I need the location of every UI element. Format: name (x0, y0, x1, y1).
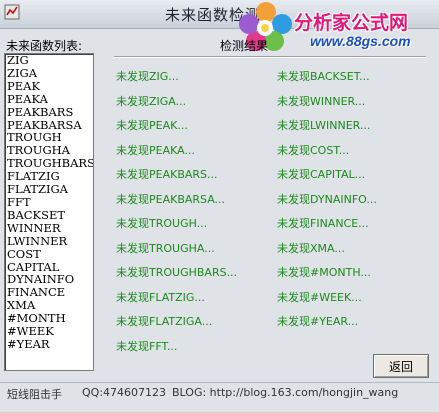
function-list-item[interactable]: BACKSET (5, 208, 93, 222)
result-item-left: 未发现FLATZIG... (116, 290, 205, 304)
watermark-url: www.88gs.com (310, 33, 411, 49)
status-blog-link[interactable]: BLOG: http://blog.163.com/hongjin_wang (172, 386, 398, 399)
result-item-left: 未发现TROUGH... (116, 217, 208, 230)
result-item-right: 未发现CAPITAL... (277, 168, 366, 181)
function-list-item[interactable]: PEAK (5, 79, 93, 93)
result-item-right: 未发现LWINNER... (277, 119, 371, 132)
result-item-right: 未发现COST... (277, 143, 350, 157)
status-author: 短线阻击手 (7, 388, 62, 401)
result-item-right: 未发现DYNAINFO... (277, 192, 377, 206)
result-item-left: 未发现FLATZIGA... (116, 315, 213, 328)
status-qq: QQ:474607123 (82, 386, 167, 399)
result-item-right: 未发现FINANCE... (277, 217, 369, 230)
result-item-right: 未发现#WEEK... (277, 290, 362, 304)
function-list-item[interactable]: COST (5, 247, 93, 261)
function-list-item[interactable]: ZIG (5, 54, 93, 67)
function-list-item[interactable]: LWINNER (5, 234, 93, 248)
function-list-item[interactable]: PEAKA (5, 92, 93, 106)
function-listbox[interactable]: ZIG ZIGA PEAK PEAKA PEAKBARS PEAKBARSA TROUGH T… (4, 53, 94, 371)
watermark-name: 分析家公式网 (294, 12, 409, 34)
result-item-left: 未发现ZIG... (116, 70, 179, 83)
results-divider (114, 56, 426, 58)
result-item-left: 未发现FFT... (116, 339, 178, 353)
result-item-right: 未发现XMA... (277, 241, 345, 255)
result-item-left: 未发现TROUGHA... (116, 241, 215, 255)
function-list-item[interactable]: #WEEK (5, 325, 93, 338)
result-item-right: 未发现BACKSET... (277, 70, 370, 83)
status-bar: 短线阻击手 QQ:474607123 BLOG: http://blog.163… (0, 382, 439, 413)
result-item-left: 未发现PEAKA... (116, 143, 195, 157)
results-title: 检测结果 (220, 39, 269, 53)
function-list-item[interactable]: FFT (5, 196, 93, 209)
result-item-left: 未发现PEAKBARS... (116, 168, 218, 181)
result-item-left: 未发现TROUGHBARS... (116, 266, 238, 279)
result-item-left: 未发现ZIGA... (116, 94, 187, 108)
function-list-item[interactable]: PEAKBARS (5, 105, 93, 119)
result-item-left: 未发现PEAK... (116, 119, 188, 132)
function-list-label: 未来函数列表: (6, 39, 83, 53)
function-list-item[interactable]: ZIGA (5, 67, 93, 80)
result-item-right: 未发现WINNER... (277, 94, 366, 108)
detector-window: 未来函数检测 分析家公式网 www.88gs.com 未来函数列表: ZIG ZI… (0, 0, 439, 412)
result-item-left: 未发现PEAKBARSA... (116, 192, 226, 206)
result-item-right: 未发现#YEAR... (277, 315, 359, 328)
back-button[interactable]: 返回 (373, 354, 429, 378)
function-list-item[interactable]: #YEAR (5, 338, 93, 351)
app-icon (4, 4, 20, 20)
function-list-item[interactable]: WINNER (5, 221, 93, 235)
result-item-right: 未发现#MONTH... (277, 266, 371, 279)
